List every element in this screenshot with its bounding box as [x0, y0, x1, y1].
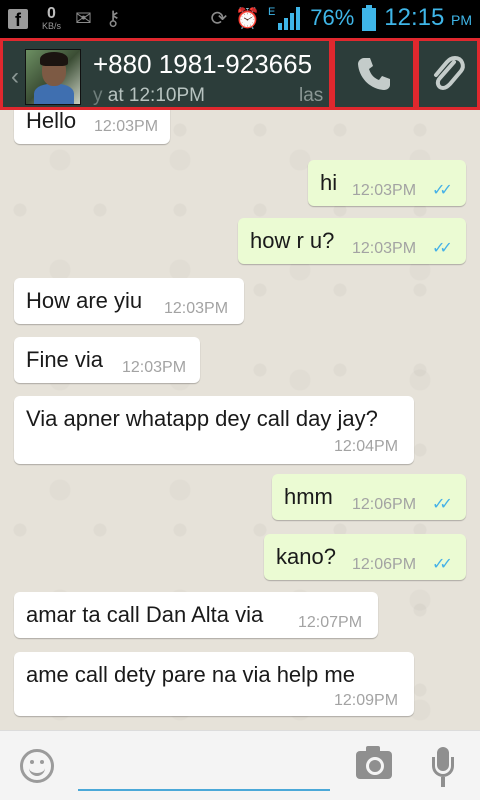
clock: 12:15 PM — [384, 4, 472, 32]
mic-arc — [432, 757, 454, 777]
message-time: 12:03PM — [352, 240, 417, 257]
rotate-icon: ⟳ — [210, 7, 228, 30]
message-text: how r u? — [250, 228, 335, 253]
message-time: 12:09PM — [334, 692, 399, 709]
message-list[interactable]: Hello 12:03PM hi 12:03PM ✓✓ how r u? 12:… — [0, 110, 480, 730]
network-speed: 0 KB/s — [42, 6, 61, 31]
last-seen-tail: las — [299, 85, 324, 106]
message-text: ame call dety pare na via help me — [26, 662, 355, 687]
message-text: Via apner whatapp dey call day jay? — [26, 406, 378, 431]
last-seen-time: at 12:10PM — [102, 85, 205, 106]
double-check-icon: ✓✓ — [432, 240, 453, 257]
message-time: 12:03PM — [94, 118, 159, 135]
message-outgoing[interactable]: kano? 12:06PM ✓✓ — [264, 534, 466, 580]
battery-percent: 76% — [310, 5, 355, 30]
double-check-icon: ✓✓ — [432, 496, 453, 513]
message-incoming[interactable]: Via apner whatapp dey call day jay? 12:0… — [14, 396, 414, 464]
avatar-hair — [40, 52, 68, 66]
message-input[interactable] — [78, 751, 330, 791]
message-time: 12:04PM — [334, 438, 399, 455]
message-incoming[interactable]: Fine via 12:03PM — [14, 337, 200, 383]
message-text: Hello — [26, 110, 77, 133]
message-outgoing[interactable]: hi 12:03PM ✓✓ — [308, 160, 466, 206]
network-speed-value: 0 — [47, 5, 56, 22]
chat-header: ‹ +880 1981-923665 y at 12:10PM las — [0, 38, 480, 110]
status-bar-notifications: f 0 KB/s ✉ ⚷ — [8, 6, 120, 31]
alarm-icon: ⏰ — [235, 7, 261, 30]
clock-time: 12:15 — [384, 4, 445, 31]
emoji-icon[interactable] — [20, 749, 54, 783]
battery-icon — [362, 5, 377, 31]
double-check-icon: ✓✓ — [432, 182, 453, 199]
mic-stem — [441, 777, 445, 787]
message-incoming[interactable]: amar ta call Dan Alta via 12:07PM — [14, 592, 378, 638]
message-text: amar ta call Dan Alta via — [26, 602, 264, 627]
attach-button[interactable] — [416, 38, 480, 110]
double-check-icon: ✓✓ — [432, 556, 453, 573]
message-time: 12:06PM — [352, 556, 417, 573]
voice-call-button[interactable] — [332, 38, 416, 110]
message-incoming[interactable]: Hello 12:03PM — [14, 110, 170, 144]
message-time: 12:03PM — [352, 182, 417, 199]
paperclip-icon — [434, 55, 465, 91]
signal-icon: E — [268, 6, 301, 30]
contact-name: +880 1981-923665 — [93, 49, 313, 79]
message-incoming[interactable]: ame call dety pare na via help me 12:09P… — [14, 652, 414, 716]
network-speed-unit: KB/s — [42, 21, 62, 31]
message-text: How are yiu — [26, 288, 143, 313]
compose-bar — [0, 730, 480, 800]
last-seen-prefix: y — [93, 85, 103, 106]
last-seen-status: y at 12:10PM — [93, 85, 205, 107]
message-time: 12:06PM — [352, 496, 417, 513]
microphone-icon[interactable] — [432, 747, 454, 789]
message-text: hi — [320, 170, 338, 195]
message-text: kano? — [276, 544, 336, 569]
message-text: hmm — [284, 484, 333, 509]
clock-ampm: PM — [451, 12, 472, 28]
camera-icon[interactable] — [356, 746, 392, 779]
back-arrow-icon[interactable]: ‹ — [11, 63, 19, 91]
avatar-shirt — [34, 84, 74, 104]
message-time: 12:03PM — [122, 359, 187, 376]
key-icon: ⚷ — [105, 8, 121, 30]
phone-icon — [358, 58, 390, 90]
message-outgoing[interactable]: hmm 12:06PM ✓✓ — [272, 474, 466, 520]
status-bar: f 0 KB/s ✉ ⚷ ⟳ ⏰ E 76% 12:15 PM — [0, 0, 480, 38]
message-time: 12:03PM — [164, 300, 229, 317]
contact-header-button[interactable]: ‹ +880 1981-923665 y at 12:10PM las — [0, 38, 332, 110]
facebook-icon: f — [8, 8, 28, 30]
network-type-label: E — [268, 6, 275, 18]
mail-icon: ✉ — [75, 8, 92, 30]
message-incoming[interactable]: How are yiu 12:03PM — [14, 278, 244, 324]
avatar[interactable] — [25, 49, 81, 105]
message-text: Fine via — [26, 347, 104, 372]
status-bar-system: ⟳ ⏰ E 76% 12:15 PM — [211, 4, 472, 32]
message-outgoing[interactable]: how r u? 12:03PM ✓✓ — [238, 218, 466, 264]
message-time: 12:07PM — [298, 614, 363, 631]
